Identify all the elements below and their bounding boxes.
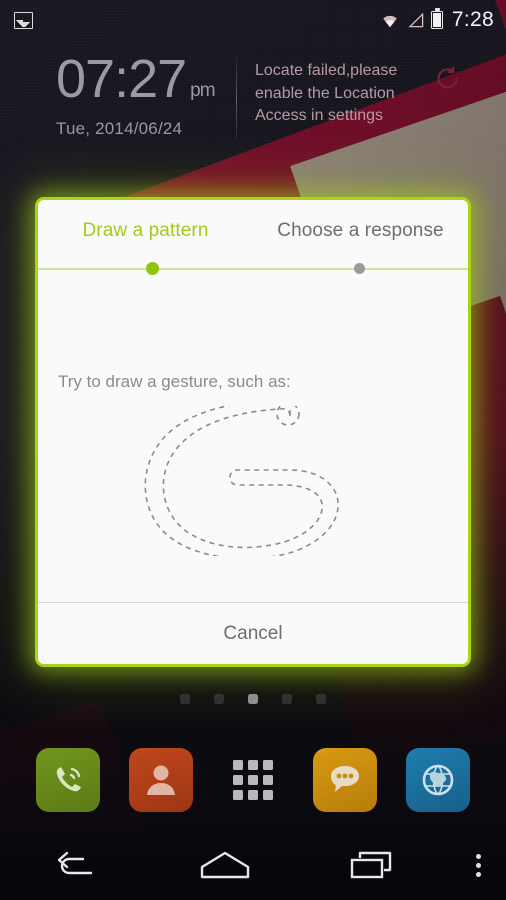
gesture-letter-g-icon: [144, 406, 339, 556]
dialog-tabs: Draw a pattern Choose a response: [38, 200, 468, 262]
gesture-canvas[interactable]: [38, 406, 468, 556]
page-dot[interactable]: [180, 694, 190, 704]
step-dot-active[interactable]: [146, 262, 159, 275]
dialog-footer: Cancel: [38, 602, 468, 664]
phone-icon: [56, 767, 82, 792]
status-bar-system-icons: 7:28: [380, 8, 494, 32]
status-bar: 7:28: [0, 0, 506, 40]
page-dot[interactable]: [214, 694, 224, 704]
nav-home-button[interactable]: [150, 850, 300, 880]
dock: [0, 742, 506, 818]
wifi-icon: [383, 15, 397, 27]
clock-widget-time: 07:27: [56, 49, 187, 109]
page-dot[interactable]: [316, 694, 326, 704]
clock-widget-message: Locate failed,please enable the Location…: [255, 62, 398, 125]
home-icon: [200, 851, 250, 879]
nav-recents-button[interactable]: [300, 850, 450, 880]
page-dot-active[interactable]: [248, 694, 258, 704]
dock-item-phone[interactable]: [36, 748, 101, 812]
tab-choose-a-response[interactable]: Choose a response: [253, 220, 468, 242]
recents-icon: [350, 851, 392, 879]
speech-bubble-icon: [331, 766, 360, 792]
clock-widget[interactable]: 07:27 pm Tue, 2014/06/24 Locate failed,p…: [0, 48, 506, 158]
step-dot-inactive[interactable]: [354, 263, 365, 274]
gesture-dialog: Draw a pattern Choose a response Try to …: [35, 197, 471, 667]
dialog-hint-text: Try to draw a gesture, such as:: [58, 372, 291, 391]
photo-icon: [14, 11, 33, 29]
signal-triangle-icon: [408, 12, 424, 27]
status-bar-clock: 7:28: [451, 8, 494, 31]
dock-item-browser[interactable]: [405, 748, 470, 812]
home-page-indicator: [0, 694, 506, 704]
dialog-body: Try to draw a gesture, such as:: [38, 276, 468, 602]
cancel-button[interactable]: Cancel: [223, 623, 282, 645]
clock-widget-ampm: pm: [190, 80, 215, 101]
nav-overflow-menu-button[interactable]: [450, 853, 506, 877]
step-connector-line: [38, 268, 468, 270]
nav-back-button[interactable]: [0, 850, 150, 880]
clock-widget-time-block[interactable]: 07:27 pm Tue, 2014/06/24: [0, 48, 236, 139]
globe-icon: [422, 764, 454, 796]
overflow-menu-icon: [475, 853, 481, 877]
back-arrow-icon: [57, 851, 93, 875]
clock-widget-date: Tue, 2014/06/24: [56, 119, 183, 138]
page-dot[interactable]: [282, 694, 292, 704]
dock-item-messaging[interactable]: [313, 748, 378, 812]
grid-icon: [232, 760, 273, 800]
dock-item-app-drawer[interactable]: [221, 748, 285, 812]
clock-widget-time-row: 07:27 pm: [56, 52, 236, 106]
dialog-step-indicator: [38, 262, 468, 276]
phone-screen: 7:28 07:27 pm Tue, 2014/06/24 Locate fai…: [0, 0, 506, 900]
dock-item-contacts[interactable]: [128, 748, 193, 812]
clock-widget-weather-block[interactable]: Locate failed,please enable the Location…: [237, 48, 506, 128]
refresh-icon[interactable]: [432, 63, 463, 94]
battery-icon: [430, 8, 443, 29]
status-bar-notifications: [14, 11, 33, 29]
person-icon: [146, 765, 175, 795]
navigation-bar: [0, 830, 506, 900]
tab-draw-a-pattern[interactable]: Draw a pattern: [38, 220, 253, 242]
